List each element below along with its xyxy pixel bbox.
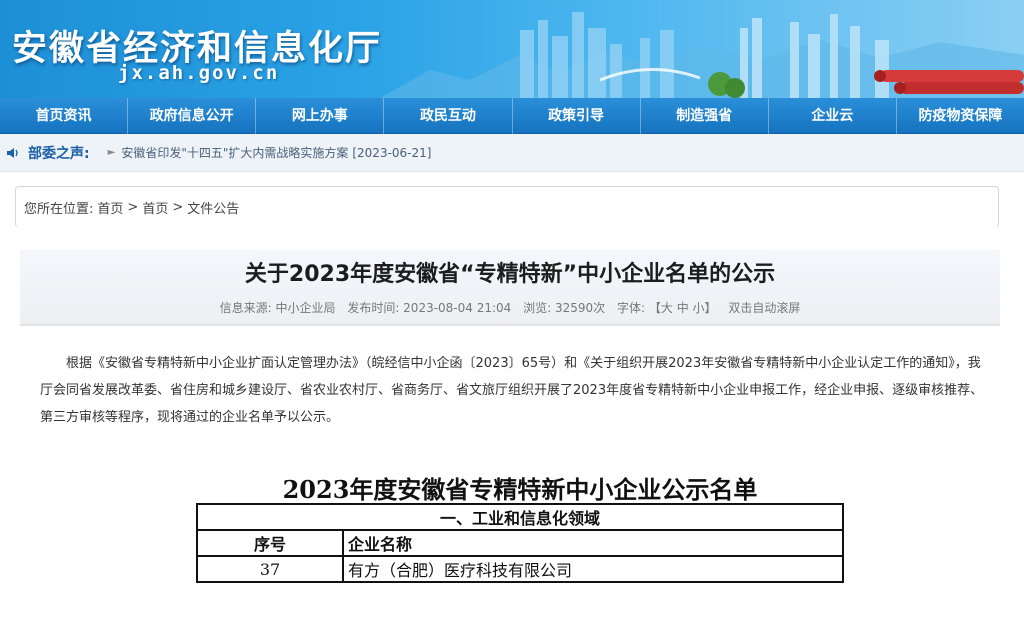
- font-size-selector[interactable]: 字体: 【大 中 小】: [617, 301, 717, 315]
- breadcrumb-prefix: 您所在位置:: [24, 202, 94, 217]
- meta-source: 信息来源: 中小企业局: [219, 301, 336, 315]
- meta-views: 浏览: 32590次: [523, 301, 606, 315]
- company-list-table: 一、工业和信息化领域 序号 企业名称 37 有方（合肥）医疗科技有限公司: [196, 503, 844, 583]
- site-header-banner: 安徽省经济和信息化厅 jx.ah.gov.cn: [0, 0, 1024, 98]
- notice-label: 部委之声:: [28, 145, 90, 162]
- bullet-arrow-icon: ►: [107, 147, 116, 158]
- document-title: 2023年度安徽省专精特新中小企业公示名单: [282, 475, 758, 504]
- breadcrumb-link-announcements[interactable]: 文件公告: [187, 198, 239, 217]
- notice-bar: 部委之声: ► 安徽省印发"十四五"扩大内需战略实施方案 [2023-06-21…: [0, 134, 1024, 172]
- meta-published: 发布时间: 2023-08-04 21:04: [347, 301, 512, 315]
- nav-item-interaction[interactable]: 政民互动: [384, 97, 513, 134]
- breadcrumb-link-home-2[interactable]: 首页: [142, 198, 168, 217]
- nav-item-online-services[interactable]: 网上办事: [256, 97, 385, 134]
- nav-item-gov-info[interactable]: 政府信息公开: [128, 97, 257, 134]
- article-header: 关于2023年度安徽省“专精特新”中小企业名单的公示 信息来源: 中小企业局 发…: [20, 250, 1000, 326]
- column-header-company-name: 企业名称: [342, 529, 844, 557]
- table-row: 37 有方（合肥）医疗科技有限公司: [196, 555, 844, 583]
- row-number: 37: [196, 555, 344, 583]
- notice-link[interactable]: 安徽省印发"十四五"扩大内需战略实施方案: [121, 144, 348, 161]
- article-title: 关于2023年度安徽省“专精特新”中小企业名单的公示: [244, 262, 776, 287]
- article-meta: 信息来源: 中小企业局 发布时间: 2023-08-04 21:04 浏览: 3…: [20, 299, 1000, 316]
- speaker-icon: [7, 147, 18, 158]
- row-company-name: 有方（合肥）医疗科技有限公司: [342, 555, 844, 583]
- table-section-heading: 一、工业和信息化领域: [196, 503, 844, 531]
- column-header-number: 序号: [196, 529, 344, 557]
- nav-item-manufacturing[interactable]: 制造强省: [641, 97, 769, 134]
- main-nav: 首页资讯 政府信息公开 网上办事 政民互动 政策引导 制造强省 企业云 防疫物资…: [0, 97, 1024, 134]
- breadcrumb-separator: >: [127, 200, 139, 215]
- nav-item-policy[interactable]: 政策引导: [513, 97, 641, 134]
- nav-item-epidemic-supplies[interactable]: 防疫物资保障: [897, 98, 1024, 134]
- notice-date: [2023-06-21]: [352, 145, 432, 160]
- site-domain: jx.ah.gov.cn: [118, 62, 280, 84]
- nav-item-home-news[interactable]: 首页资讯: [0, 97, 129, 134]
- autoscroll-toggle[interactable]: 双击自动滚屏: [728, 301, 800, 315]
- breadcrumb-separator: >: [172, 200, 184, 215]
- nav-item-enterprise-cloud[interactable]: 企业云: [769, 97, 897, 134]
- article-body: 根据《安徽省专精特新中小企业扩面认定管理办法》（皖经信中小企函〔2023〕65号…: [40, 356, 984, 425]
- breadcrumb-link-home[interactable]: 首页: [97, 198, 123, 217]
- breadcrumb: 您所在位置: 首页 > 首页 > 文件公告: [15, 186, 999, 228]
